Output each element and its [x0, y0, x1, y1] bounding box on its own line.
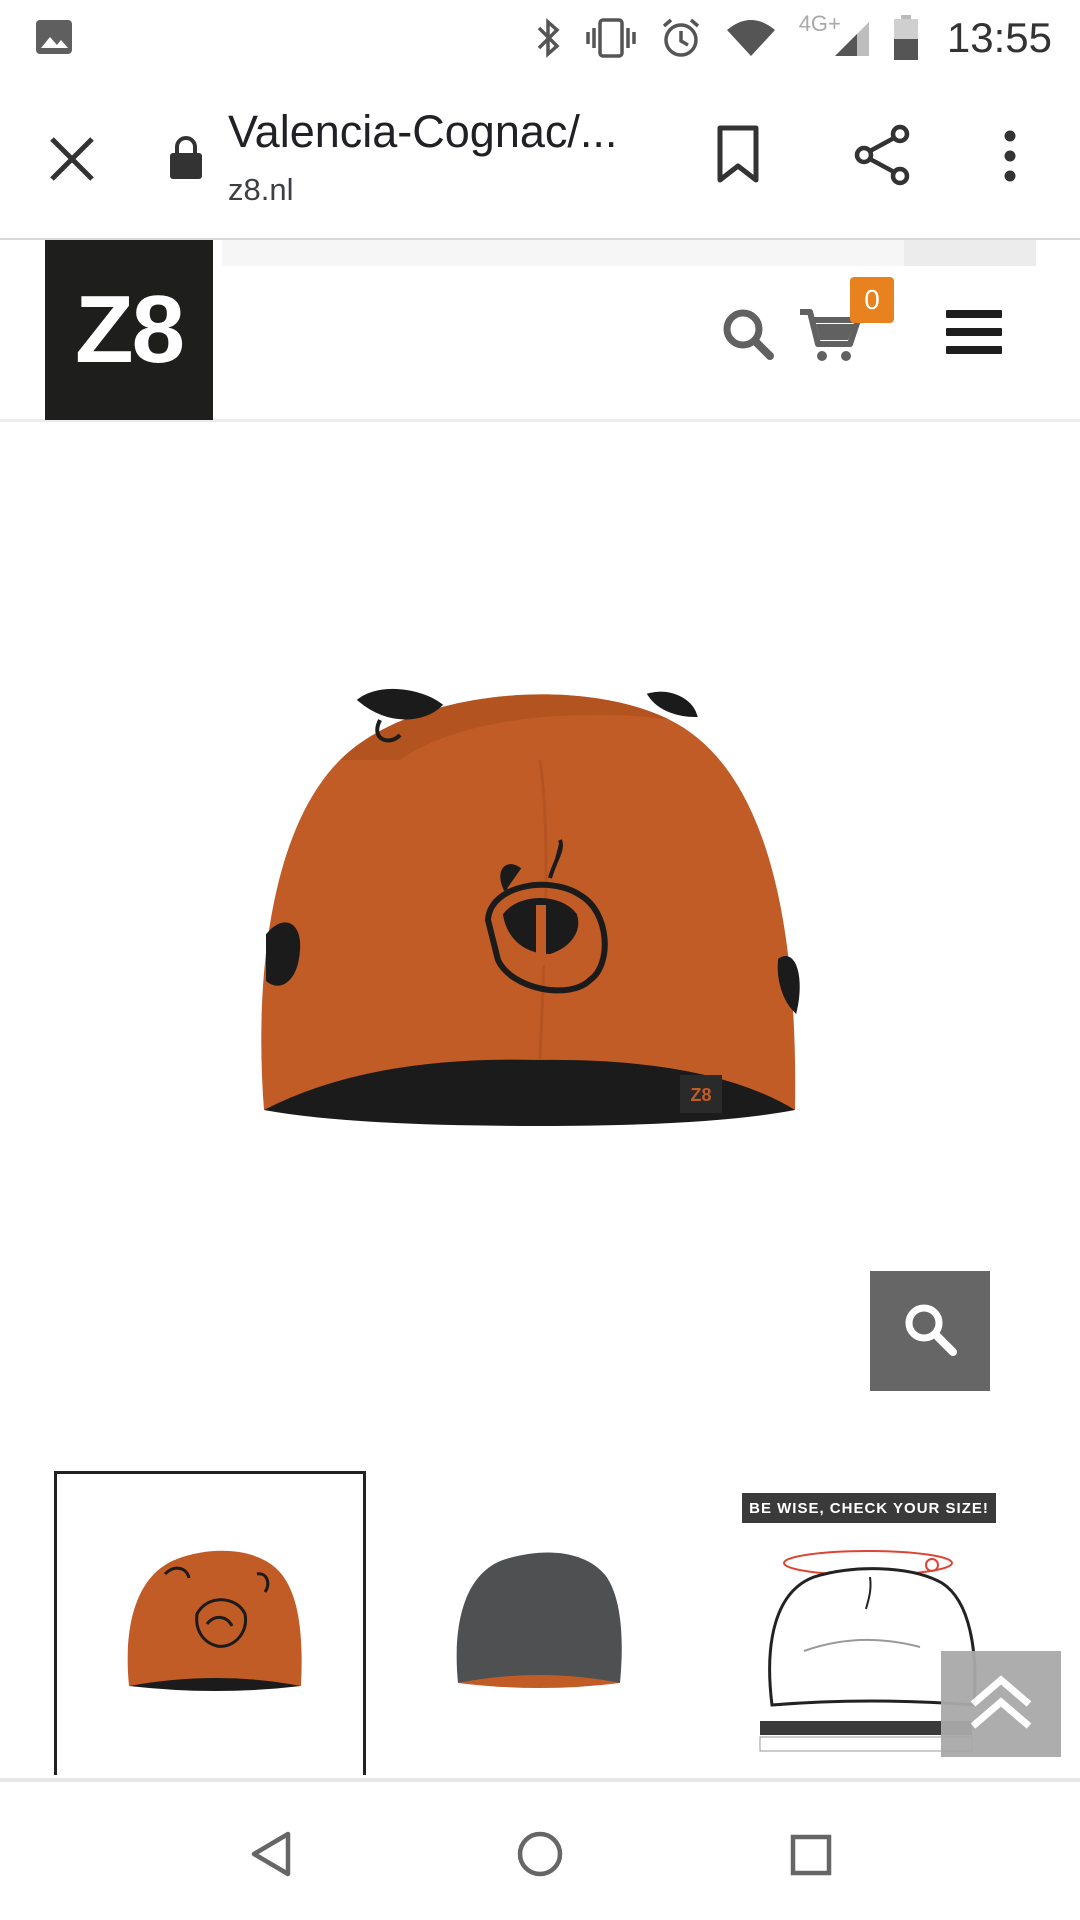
double-chevron-up-icon [965, 1670, 1037, 1739]
thumbnail-orange-beanie[interactable] [54, 1471, 366, 1775]
system-nav-bar [0, 1778, 1080, 1920]
status-bar: 4G+ 13:55 [0, 0, 1080, 76]
site-header: Z8 0 [0, 240, 1080, 422]
recents-icon[interactable] [790, 1834, 832, 1881]
site-logo[interactable]: Z8 [45, 240, 213, 420]
scroll-to-top-button[interactable] [941, 1651, 1061, 1757]
top-strip-tab[interactable] [904, 240, 1036, 266]
svg-text:Z8: Z8 [690, 1085, 711, 1105]
share-icon[interactable] [852, 124, 914, 191]
vibrate-icon [585, 16, 637, 60]
thumbnail-grey-beanie[interactable] [380, 1471, 692, 1775]
bookmark-icon[interactable] [714, 124, 762, 189]
lock-icon[interactable] [168, 134, 204, 185]
back-icon[interactable] [248, 1830, 294, 1883]
browser-toolbar: Valencia-Cognac/... z8.nl [0, 76, 1080, 240]
zoom-search-icon [901, 1300, 959, 1363]
battery-icon [893, 15, 919, 61]
bluetooth-icon [535, 16, 563, 60]
zoom-button[interactable] [870, 1271, 990, 1391]
page-domain[interactable]: z8.nl [228, 172, 293, 208]
alarm-icon [659, 16, 703, 60]
product-image[interactable]: Z8 [250, 680, 810, 1140]
clock: 13:55 [946, 14, 1052, 61]
hamburger-menu-icon[interactable] [946, 310, 1002, 356]
home-icon[interactable] [516, 1830, 564, 1883]
status-icons: 4G+ 13:55 [513, 10, 1052, 66]
network-type-label: 4G+ [798, 11, 841, 36]
close-icon[interactable] [44, 131, 100, 187]
signal-icon: 4G+ [799, 11, 871, 58]
wifi-icon [725, 18, 777, 58]
gallery-icon [34, 18, 74, 61]
search-icon[interactable] [720, 306, 776, 367]
cart-count-badge[interactable]: 0 [850, 277, 894, 323]
page-title[interactable]: Valencia-Cognac/... [228, 106, 648, 158]
more-vert-icon[interactable] [1000, 128, 1020, 189]
